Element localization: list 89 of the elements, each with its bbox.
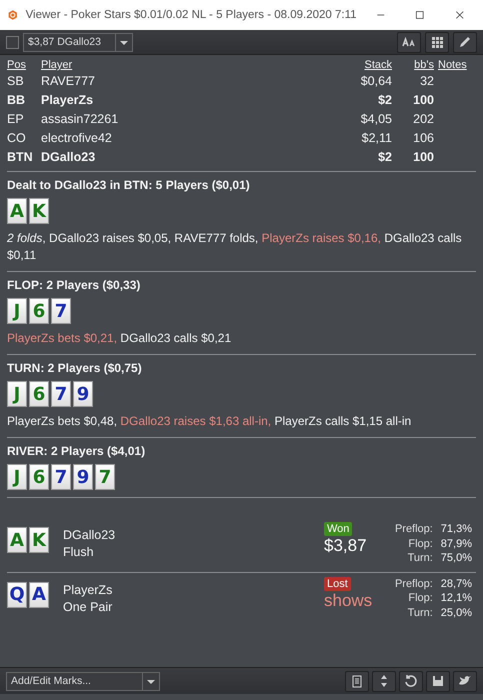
share-button[interactable] [453, 670, 477, 692]
playing-card: A [7, 198, 27, 224]
playing-card: 7 [95, 464, 115, 490]
playing-card: J [7, 381, 27, 407]
bb-cell-text: 100 [412, 92, 435, 109]
window-title: Viewer - Poker Stars $0.01/0.02 NL - 5 Players - 08.09.2020 7:11 [26, 9, 357, 21]
playing-card: 7 [51, 464, 71, 490]
app-logo-icon [8, 8, 18, 22]
stack-cell-text: $0,64 [360, 73, 393, 90]
stack-cell-text: $4,05 [360, 111, 393, 128]
position-cell-text: BB [7, 92, 26, 109]
player-name: PlayerZs [63, 582, 114, 598]
font-size-icon [402, 35, 416, 49]
stack-cell-text: $2 [377, 92, 393, 109]
playing-card: 6 [29, 381, 49, 407]
playing-card: A [7, 527, 27, 553]
marks-dropdown[interactable]: Add/Edit Marks... [6, 672, 160, 690]
playing-card: J [7, 464, 27, 490]
column-header[interactable]: Pos [7, 59, 41, 71]
equity-label: Turn: [406, 551, 433, 566]
playing-card: A [29, 582, 49, 608]
player-cell-text: electrofive42 [41, 130, 113, 147]
result-badge: Lost [324, 576, 351, 590]
bb-cell-text: 100 [412, 149, 435, 166]
street-heading: Dealt to DGallo23 in BTN: 5 Players ($0,01) [7, 178, 251, 192]
replay-button[interactable] [399, 670, 423, 692]
equity-value: 87,9% [440, 536, 472, 551]
playing-card: 6 [29, 464, 49, 490]
hand-dropdown[interactable]: $3,87 DGallo23 [23, 32, 133, 52]
bb-cell-text: 32 [419, 73, 435, 90]
column-header[interactable]: Stack [316, 59, 396, 71]
street-heading: RIVER: 2 Players ($4,01) [7, 444, 146, 458]
hand-rank: One Pair [63, 598, 114, 616]
clipboard-icon [350, 674, 364, 688]
equity-value: 71,3% [440, 522, 472, 536]
column-header[interactable]: bb's [396, 59, 438, 71]
refresh-icon [404, 674, 418, 688]
column-header[interactable]: Notes [438, 59, 476, 71]
action-text: PlayerZs bets $0,21, DGallo23 calls $0,21 [7, 330, 232, 347]
position-cell-text: EP [7, 111, 25, 128]
save-icon [431, 674, 445, 688]
hand-rank: Flush [63, 544, 95, 561]
position-cell-text: SB [7, 73, 25, 90]
playing-card: 9 [73, 381, 93, 407]
position-cell-text: CO [7, 130, 27, 147]
checkbox[interactable] [6, 36, 19, 48]
player-cell-text: DGallo23 [41, 149, 96, 166]
player-cell-text: assasin72261 [41, 111, 120, 128]
pencil-icon [458, 35, 472, 49]
equity-label: Flop: [407, 591, 433, 606]
playing-card: K [29, 527, 49, 553]
equity-label: Preflop: [394, 576, 433, 591]
stack-cell-text: $2,11 [360, 130, 393, 147]
edit-button[interactable] [453, 32, 477, 52]
playing-card: 7 [51, 298, 71, 324]
action-text: PlayerZs bets $0,48, DGallo23 raises $1,63 all-in, PlayerZs calls $1,15 all-in [7, 413, 412, 430]
grid-button[interactable] [425, 32, 449, 52]
bb-cell-text: 106 [412, 130, 435, 147]
playing-card: J [7, 298, 27, 324]
equity-value: 25,0% [440, 606, 472, 620]
playing-card: Q [7, 582, 27, 608]
result-badge: Won [324, 522, 352, 536]
equity-label: Preflop: [394, 522, 433, 536]
equity-label: Turn: [406, 606, 433, 620]
result-amount: shows [324, 590, 372, 610]
position-cell-text: BTN [7, 149, 34, 166]
result-amount: $3,87 [324, 536, 367, 556]
column-header[interactable]: Player [41, 59, 316, 71]
stack-cell-text: $2 [377, 149, 393, 166]
equity-label: Flop: [407, 536, 433, 551]
bb-cell-text: 202 [412, 111, 435, 128]
equity-value: 12,1% [440, 591, 472, 606]
action-text: 2 folds, DGallo23 raises $0,05, RAVE777 folds, PlayerZs raises $0,16, DGallo23 calls $0,11 [7, 230, 463, 264]
grid-icon [430, 35, 444, 49]
playing-card: 6 [29, 298, 49, 324]
save-button[interactable] [426, 670, 450, 692]
player-cell-text: PlayerZs [41, 92, 94, 109]
street-heading: FLOP: 2 Players ($0,33) [7, 278, 142, 292]
player-name: DGallo23 [63, 527, 116, 544]
playing-card: 9 [73, 464, 93, 490]
street-heading: TURN: 2 Players ($0,75) [7, 361, 143, 375]
equity-value: 75,0% [440, 551, 472, 566]
playing-card: K [29, 198, 49, 224]
sort-button[interactable] [372, 670, 396, 692]
notes-button[interactable] [345, 670, 369, 692]
font-size-button[interactable] [397, 32, 421, 52]
player-cell-text: RAVE777 [41, 73, 96, 90]
playing-card: 7 [51, 381, 71, 407]
equity-value: 28,7% [440, 576, 472, 591]
